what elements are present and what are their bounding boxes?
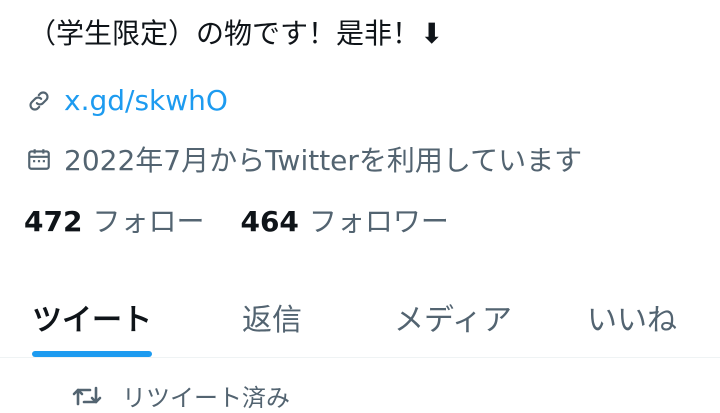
profile-tabs: ツイート 返信 メディア いいね [0, 285, 720, 357]
profile-bio: （学生限定）の物です！是非！⬇ [28, 17, 444, 50]
profile-link-row: x.gd/skwhO [24, 84, 228, 117]
profile-joined-date: 2022年7月からTwitterを利用しています [64, 144, 583, 177]
tab-tweets-label: ツイート [32, 303, 152, 338]
followers-label: フォロワー [308, 205, 449, 238]
following-link[interactable]: 472 フォロー [24, 200, 204, 240]
profile-joined-row: 2022年7月からTwitterを利用しています [24, 139, 582, 179]
tabs-divider [0, 357, 720, 358]
tab-likes[interactable]: いいね [582, 285, 682, 357]
tab-replies[interactable]: 返信 [232, 285, 312, 357]
tab-media[interactable]: メディア [388, 285, 518, 357]
calendar-icon [24, 144, 54, 174]
tab-tweets[interactable]: ツイート [32, 285, 152, 357]
link-icon [24, 86, 54, 116]
retweeted-label: リツイート済み [122, 384, 290, 412]
followers-count: 464 [240, 205, 299, 238]
profile-link[interactable]: x.gd/skwhO [64, 84, 228, 117]
tab-media-label: メディア [394, 303, 512, 338]
following-label: フォロー [92, 205, 205, 238]
following-count: 472 [24, 205, 83, 238]
tab-likes-label: いいね [587, 303, 677, 338]
follow-stats: 472 フォロー 464 フォロワー [24, 200, 449, 240]
tab-replies-label: 返信 [242, 303, 302, 338]
followers-link[interactable]: 464 フォロワー [240, 200, 448, 240]
retweeted-indicator: リツイート済み [72, 378, 290, 413]
